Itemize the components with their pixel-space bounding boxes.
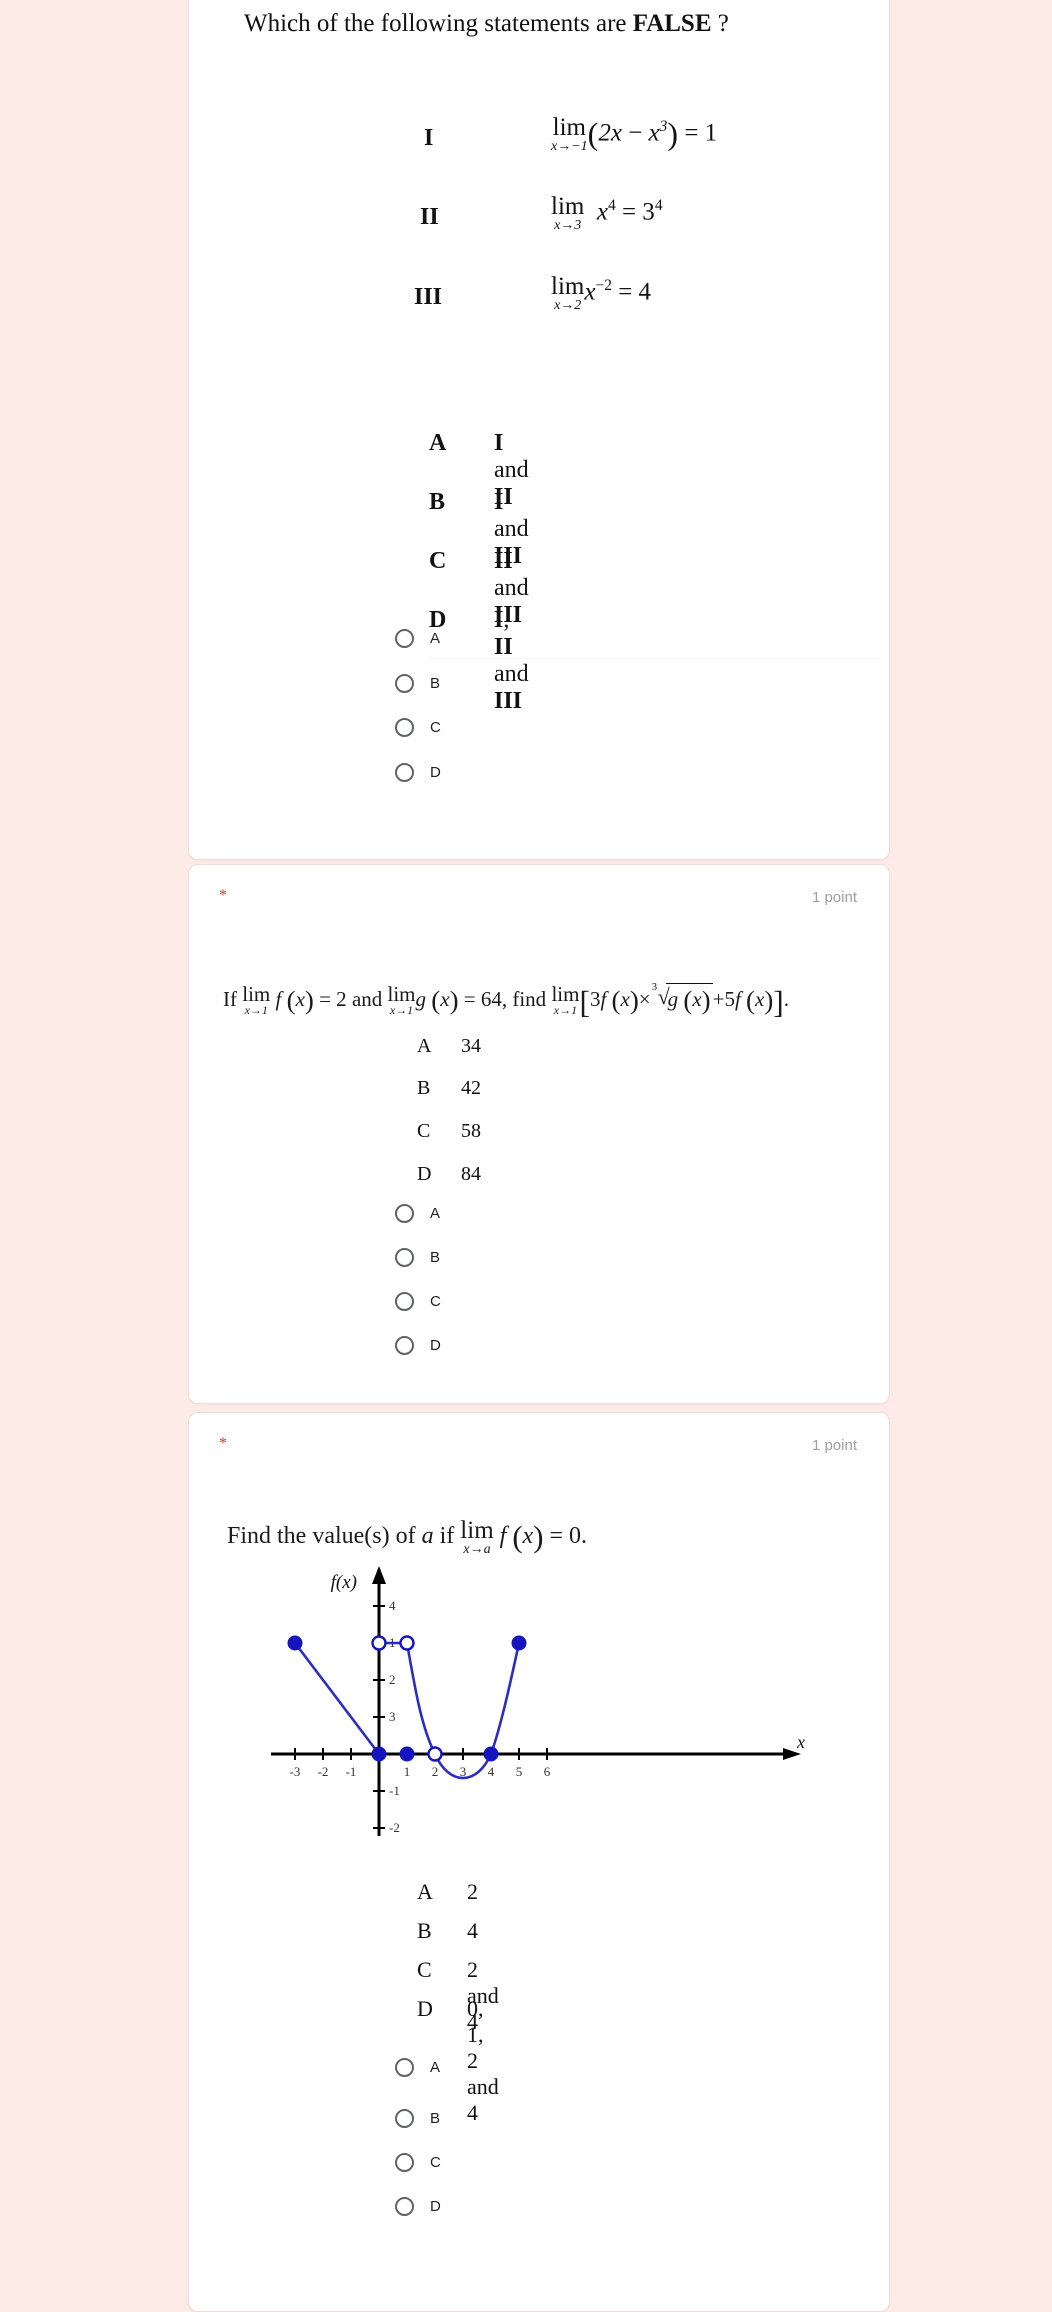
- question-1-option-d[interactable]: D: [395, 758, 441, 786]
- question-2-option-b[interactable]: B: [395, 1243, 440, 1271]
- radio-icon[interactable]: [395, 2152, 414, 2172]
- option-label: B: [430, 1248, 441, 1266]
- statement-2-expression: lim x→3 x4 = 34: [551, 193, 663, 233]
- x-axis-label: x: [796, 1732, 805, 1752]
- option-label: B: [430, 674, 441, 692]
- radio-icon[interactable]: [395, 628, 414, 648]
- question-1-title-prefix: Which of the following statements are: [244, 10, 633, 37]
- option-label: C: [430, 1292, 441, 1310]
- question-3-option-d[interactable]: D: [395, 2192, 441, 2220]
- filled-points: [287, 1635, 527, 1762]
- question-3-prompt: Find the value(s) of a if lim x→a f (x) =…: [227, 1517, 587, 1557]
- question-1-option-c[interactable]: C: [395, 713, 441, 741]
- statement-1-expression: lim x→−1 (2x − x3) = 1: [551, 114, 718, 154]
- svg-text:-2: -2: [318, 1764, 329, 1779]
- statement-2-roman: II: [420, 204, 439, 230]
- question-2-option-a[interactable]: A: [395, 1199, 440, 1227]
- option-label: C: [430, 2153, 441, 2171]
- limit-operator: lim x→1: [387, 982, 416, 1018]
- limit-operator: lim x→2: [551, 273, 585, 313]
- radio-icon[interactable]: [395, 762, 414, 782]
- points-label: 1 point: [811, 889, 857, 906]
- question-2-option-d[interactable]: D: [395, 1331, 441, 1359]
- required-marker: *: [219, 1435, 227, 1452]
- svg-text:-3: -3: [290, 1764, 301, 1779]
- x-tick-labels: -3 -2 -1 123 456: [290, 1764, 551, 1779]
- svg-text:1: 1: [404, 1764, 411, 1779]
- question-1-option-b[interactable]: B: [395, 669, 440, 697]
- radio-icon[interactable]: [395, 1203, 414, 1223]
- question-1-title: Which of the following statements are FA…: [244, 10, 729, 38]
- limit-operator: lim x→−1: [551, 114, 588, 154]
- statement-3-roman: III: [414, 284, 443, 310]
- radio-icon[interactable]: [395, 1291, 414, 1311]
- question-2-option-c[interactable]: C: [395, 1287, 441, 1315]
- points-label: 1 point: [811, 1437, 857, 1454]
- question-3-option-c[interactable]: C: [395, 2148, 441, 2176]
- question-2-prompt: If lim x→1 f (x) = 2 and lim x→1 g (x) = 64…: [223, 981, 790, 1020]
- statement-3-expression: lim x→2 x−2 = 4: [551, 273, 652, 313]
- svg-text:3: 3: [389, 1709, 396, 1724]
- segment-line-1: [293, 1642, 381, 1755]
- option-label: A: [430, 2058, 441, 2076]
- divider: [429, 658, 879, 659]
- svg-text:-1: -1: [346, 1764, 357, 1779]
- limit-operator: lim x→1: [242, 982, 271, 1018]
- radio-icon[interactable]: [395, 717, 414, 737]
- question-1-option-a[interactable]: A: [395, 624, 440, 652]
- option-label: B: [430, 2109, 441, 2127]
- radio-icon[interactable]: [395, 2108, 414, 2128]
- svg-text:2: 2: [389, 1672, 396, 1687]
- cube-root-radical: 3 √ g (x): [651, 981, 713, 1015]
- svg-text:6: 6: [544, 1764, 551, 1779]
- radio-icon[interactable]: [395, 1247, 414, 1267]
- option-label: C: [430, 718, 441, 736]
- limit-operator: lim x→3: [551, 193, 585, 233]
- question-3-header: * 1 point: [189, 1413, 889, 1459]
- svg-text:4: 4: [488, 1764, 495, 1779]
- open-points: [371, 1635, 443, 1762]
- question-1-title-bold: FALSE: [632, 10, 712, 37]
- option-label: A: [430, 629, 441, 647]
- y-tick-labels: 321 4-1-2: [389, 1598, 400, 1835]
- axis-lines: [271, 1576, 787, 1836]
- option-label: D: [430, 2197, 441, 2215]
- question-card-1: Which of the following statements are FA…: [188, 0, 890, 860]
- option-label: D: [430, 763, 441, 781]
- question-card-2: * 1 point If lim x→1 f (x) = 2 and lim x→1…: [188, 864, 890, 1404]
- svg-text:2: 2: [432, 1764, 439, 1779]
- question-3-option-a[interactable]: A: [395, 2053, 440, 2081]
- radio-icon[interactable]: [395, 2196, 414, 2216]
- svg-text:5: 5: [516, 1764, 523, 1779]
- segment-curve-5: [489, 1642, 521, 1755]
- svg-text:-2: -2: [389, 1820, 400, 1835]
- question-3-option-b[interactable]: B: [395, 2104, 440, 2132]
- y-axis-arrow: [372, 1566, 386, 1584]
- graph-svg: -3 -2 -1 123 456 321 4-1-2 f(x) x: [271, 1566, 805, 1836]
- limit-operator: lim x→1: [551, 982, 580, 1018]
- statement-1-roman: I: [424, 125, 434, 151]
- segment-curve-3: [405, 1642, 437, 1755]
- function-graph: -3 -2 -1 123 456 321 4 -1 -2 f(x) x: [249, 1558, 809, 1848]
- question-card-3: * 1 point Find the value(s) of a if lim x…: [188, 1412, 890, 2312]
- radio-icon[interactable]: [395, 2057, 414, 2077]
- radio-icon[interactable]: [395, 1335, 414, 1355]
- required-marker: *: [219, 887, 227, 904]
- y-axis-label: f(x): [331, 1572, 357, 1593]
- question-2-header: * 1 point: [189, 865, 889, 911]
- radio-icon[interactable]: [395, 673, 414, 693]
- option-label: D: [430, 1336, 441, 1354]
- option-label: A: [430, 1204, 441, 1222]
- question-1-title-suffix: ?: [711, 10, 729, 37]
- svg-text:-1: -1: [389, 1783, 400, 1798]
- svg-text:4: 4: [389, 1598, 396, 1613]
- limit-operator: lim x→a: [460, 1517, 494, 1557]
